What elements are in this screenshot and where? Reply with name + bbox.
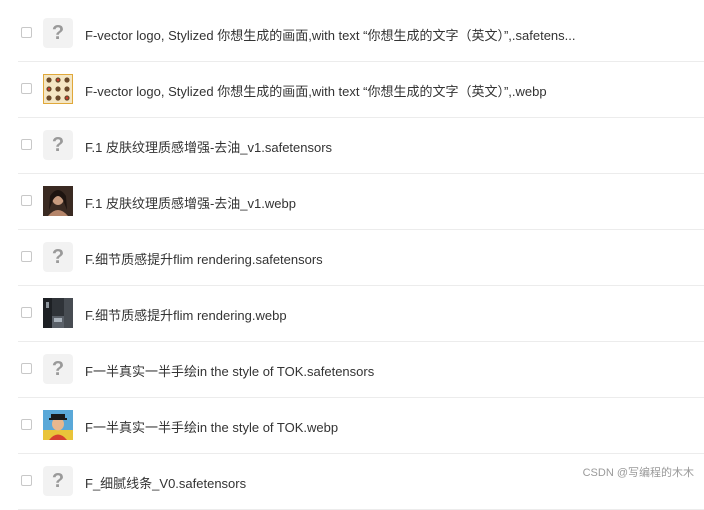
row-checkbox[interactable] — [21, 307, 32, 318]
list-item[interactable]: ? F.细节质感提升flim rendering.safetensors — [18, 230, 704, 286]
row-checkbox[interactable] — [21, 475, 32, 486]
file-name[interactable]: F-vector logo, Stylized 你想生成的画面,with tex… — [85, 81, 547, 100]
list-item[interactable]: F.细节质感提升flim rendering.webp — [18, 286, 704, 342]
list-item[interactable]: ? F一半真实一半手绘in the style of TOK.safetenso… — [18, 342, 704, 398]
list-item[interactable]: F一半真实一半手绘in the style of TOK.webp — [18, 398, 704, 454]
file-name[interactable]: F.1 皮肤纹理质感增强-去油_v1.safetensors — [85, 137, 332, 156]
list-item[interactable]: F.1 皮肤纹理质感增强-去油_v1.webp — [18, 174, 704, 230]
list-item[interactable]: ? F.1 皮肤纹理质感增强-去油_v1.safetensors — [18, 118, 704, 174]
row-checkbox[interactable] — [21, 83, 32, 94]
row-checkbox[interactable] — [21, 195, 32, 206]
file-name[interactable]: F一半真实一半手绘in the style of TOK.webp — [85, 417, 338, 436]
image-thumbnail-icon — [43, 410, 73, 440]
row-checkbox[interactable] — [21, 27, 32, 38]
image-thumbnail-icon — [43, 298, 73, 328]
list-item[interactable]: ? F_细腻线条_V0.safetensors — [18, 454, 704, 510]
row-checkbox[interactable] — [21, 251, 32, 262]
watermark: CSDN @写编程的木木 — [583, 464, 694, 480]
row-checkbox[interactable] — [21, 139, 32, 150]
file-name[interactable]: F.1 皮肤纹理质感增强-去油_v1.webp — [85, 193, 296, 212]
file-name[interactable]: F_细腻线条_V0.safetensors — [85, 473, 246, 492]
unknown-file-icon: ? — [43, 466, 73, 496]
unknown-file-icon: ? — [43, 354, 73, 384]
list-item[interactable]: ? F-vector logo, Stylized 你想生成的画面,with t… — [18, 6, 704, 62]
image-thumbnail-icon — [43, 74, 73, 104]
image-thumbnail-icon — [43, 186, 73, 216]
unknown-file-icon: ? — [43, 242, 73, 272]
list-item[interactable]: F-vector logo, Stylized 你想生成的画面,with tex… — [18, 62, 704, 118]
row-checkbox[interactable] — [21, 419, 32, 430]
unknown-file-icon: ? — [43, 130, 73, 160]
row-checkbox[interactable] — [21, 363, 32, 374]
file-name[interactable]: F.细节质感提升flim rendering.safetensors — [85, 249, 323, 268]
file-name[interactable]: F一半真实一半手绘in the style of TOK.safetensors — [85, 361, 374, 380]
file-list: ? F-vector logo, Stylized 你想生成的画面,with t… — [0, 6, 704, 510]
file-name[interactable]: F.细节质感提升flim rendering.webp — [85, 305, 287, 324]
file-name[interactable]: F-vector logo, Stylized 你想生成的画面,with tex… — [85, 25, 575, 44]
unknown-file-icon: ? — [43, 18, 73, 48]
